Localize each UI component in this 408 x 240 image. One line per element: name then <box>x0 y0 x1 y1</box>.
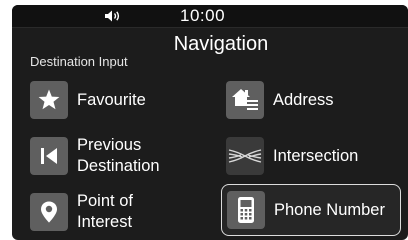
status-bar: 10:00 <box>12 5 408 28</box>
point-of-interest-button[interactable]: Point of Interest <box>30 188 220 236</box>
favourite-label: Favourite <box>77 90 146 109</box>
star-icon <box>30 81 68 119</box>
nav-screen: 10:00 Navigation Destination Input Favou… <box>12 5 408 240</box>
skip-back-icon <box>30 137 68 175</box>
speaker-icon[interactable] <box>104 9 122 23</box>
section-subtitle: Destination Input <box>30 54 128 69</box>
crossroads-icon <box>226 137 264 175</box>
map-pin-icon <box>30 193 68 231</box>
previous-destination-label: Previous Destination <box>77 136 160 175</box>
point-of-interest-label: Point of Interest <box>77 192 133 231</box>
clock: 10:00 <box>180 6 226 25</box>
favourite-button[interactable]: Favourite <box>30 76 220 124</box>
intersection-label: Intersection <box>273 146 359 165</box>
address-button[interactable]: Address <box>226 76 396 124</box>
previous-destination-button[interactable]: Previous Destination <box>30 132 220 180</box>
intersection-button[interactable]: Intersection <box>226 132 396 180</box>
page-title: Navigation <box>173 33 269 55</box>
phone-icon <box>227 191 265 229</box>
house-list-icon <box>226 81 264 119</box>
phone-number-label: Phone Number <box>274 200 385 219</box>
phone-number-button[interactable]: Phone Number <box>221 184 401 236</box>
address-label: Address <box>273 90 334 109</box>
